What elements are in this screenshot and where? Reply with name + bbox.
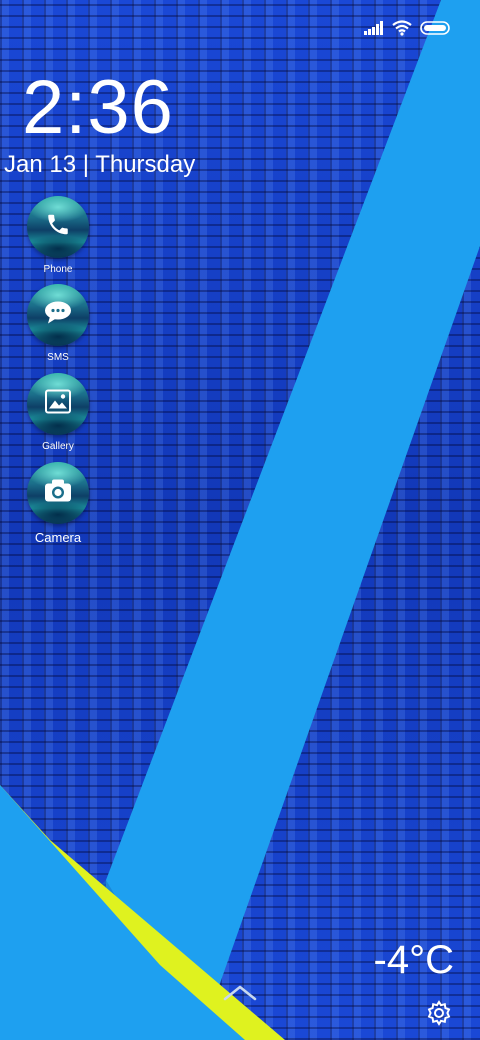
app-phone-label: Phone: [43, 264, 73, 275]
battery-icon: [420, 20, 452, 36]
app-phone-tile[interactable]: [27, 196, 89, 258]
app-sms-label: SMS: [47, 352, 69, 363]
app-phone[interactable]: Phone: [20, 196, 96, 276]
lockscreen-clock[interactable]: 2:36: [22, 66, 174, 150]
image-icon: [45, 389, 71, 419]
message-icon: [44, 301, 72, 330]
app-camera[interactable]: Camera: [20, 462, 96, 546]
app-sms[interactable]: SMS: [20, 284, 96, 364]
camera-icon: [44, 479, 72, 508]
app-camera-label: Camera: [34, 530, 82, 545]
swipe-up-chevron-icon[interactable]: [222, 982, 258, 1004]
app-gallery-tile[interactable]: [27, 373, 89, 435]
phone-icon: [45, 212, 71, 243]
gear-icon[interactable]: [426, 1000, 452, 1026]
home-screen: 2:36 Jan 13 | Thursday Phone SMS Gallery…: [0, 0, 480, 1040]
app-gallery[interactable]: Gallery: [20, 373, 96, 453]
weather-temperature[interactable]: -4°C: [374, 936, 454, 984]
app-gallery-label: Gallery: [42, 441, 74, 452]
lockscreen-date[interactable]: Jan 13 | Thursday: [4, 150, 195, 180]
app-camera-tile[interactable]: [27, 462, 89, 524]
status-bar: [364, 14, 452, 42]
wifi-icon: [392, 20, 412, 36]
app-sms-tile[interactable]: [27, 284, 89, 346]
signal-icon: [364, 21, 384, 35]
